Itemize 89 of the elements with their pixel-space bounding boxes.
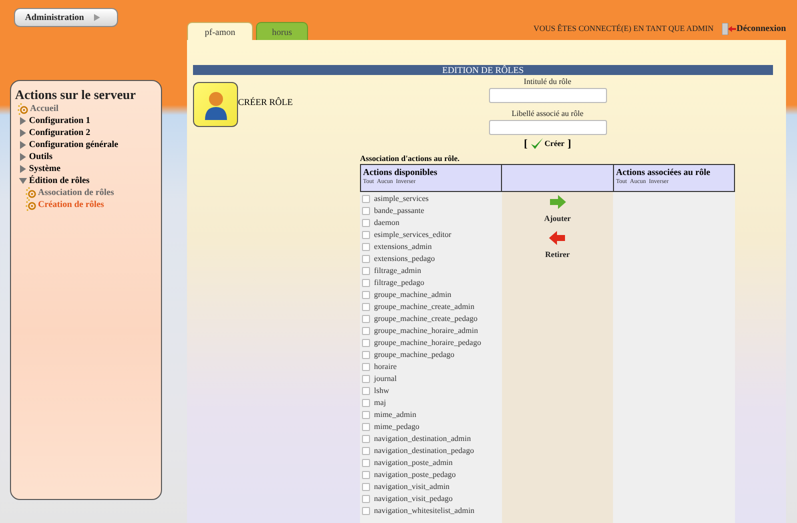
checkbox[interactable] xyxy=(362,494,370,502)
checkbox[interactable] xyxy=(362,230,370,238)
checkbox[interactable] xyxy=(362,446,370,454)
bracket: [ xyxy=(524,137,528,152)
action-label: navigation_poste_admin xyxy=(374,456,453,468)
checkbox[interactable] xyxy=(362,242,370,250)
menu-folder[interactable]: Système xyxy=(29,162,60,176)
checkbox[interactable] xyxy=(362,218,370,226)
checkbox[interactable] xyxy=(362,398,370,406)
action-label: mime_pedago xyxy=(374,420,420,432)
checkbox[interactable] xyxy=(362,194,370,202)
bracket: ] xyxy=(567,137,572,152)
checkbox[interactable] xyxy=(362,506,370,514)
action-label: groupe_machine_horaire_admin xyxy=(374,324,478,336)
action-label: lshw xyxy=(374,384,390,396)
action-label: extensions_pedago xyxy=(374,252,435,264)
checkbox[interactable] xyxy=(362,350,370,358)
association-title: Association d'actions au rôle. xyxy=(360,154,461,164)
checkbox[interactable] xyxy=(362,362,370,370)
checkbox[interactable] xyxy=(362,434,370,442)
checkbox[interactable] xyxy=(362,326,370,334)
checkbox[interactable] xyxy=(362,206,370,214)
door-arrow-icon xyxy=(722,23,736,35)
checkbox[interactable] xyxy=(362,278,370,286)
action-label: maj xyxy=(374,396,386,408)
action-label: extensions_admin xyxy=(374,240,432,252)
action-label: groupe_machine_create_admin xyxy=(374,300,474,312)
action-label: navigation_poste_pedago xyxy=(374,468,456,480)
action-label: groupe_machine_pedago xyxy=(374,348,454,360)
sun-icon xyxy=(17,103,29,115)
action-label: navigation_whitesitelist_admin xyxy=(374,504,474,516)
checkbox[interactable] xyxy=(362,254,370,262)
checkbox[interactable] xyxy=(362,470,370,478)
text-field[interactable] xyxy=(488,88,606,103)
sun-icon xyxy=(25,187,37,199)
menu-folder[interactable]: Outils xyxy=(29,150,53,164)
page-heading: CRÉER RÔLE xyxy=(238,96,293,109)
menu-link[interactable]: Association de rôles xyxy=(38,186,114,200)
checkbox[interactable] xyxy=(362,458,370,466)
checkbox[interactable] xyxy=(362,314,370,322)
action-label: journal xyxy=(374,372,397,384)
menu-folder[interactable]: Configuration générale xyxy=(29,138,118,152)
server-tab[interactable]: horus xyxy=(256,22,308,40)
checkbox[interactable] xyxy=(362,482,370,490)
checkbox[interactable] xyxy=(362,386,370,394)
create-button[interactable]: Créer xyxy=(530,138,564,150)
sun-icon xyxy=(25,199,37,211)
action-label: groupe_machine_create_pedago xyxy=(374,312,478,324)
menu-folder[interactable]: Configuration 2 xyxy=(29,126,90,140)
server-tab[interactable]: pf-amon xyxy=(187,22,253,40)
action-label: navigation_destination_admin xyxy=(374,432,471,444)
action-label: navigation_visit_admin xyxy=(374,480,450,492)
logout-link[interactable]: Déconnexion xyxy=(722,22,786,36)
action-label: bande_passante xyxy=(374,204,424,216)
checkbox[interactable] xyxy=(362,302,370,310)
action-label: filtrage_pedago xyxy=(374,276,424,288)
checkbox[interactable] xyxy=(362,410,370,418)
arrow-left-icon xyxy=(549,230,566,244)
user-avatar-icon xyxy=(193,82,238,127)
section-title-bar: EDITION DE RÔLES xyxy=(193,65,773,75)
menu-link[interactable]: Accueil xyxy=(30,102,58,116)
field-label: Intitulé du rôle xyxy=(524,76,572,88)
menu-folder[interactable]: Configuration 1 xyxy=(29,114,90,128)
remove-button[interactable]: Retirer xyxy=(545,230,570,260)
text-field[interactable] xyxy=(488,120,606,135)
checkbox[interactable] xyxy=(362,422,370,430)
sidebar-title: Actions sur le serveur xyxy=(15,87,137,103)
action-label: filtrage_admin xyxy=(374,264,422,276)
checkbox[interactable] xyxy=(362,290,370,298)
action-label: groupe_machine_horaire_pedago xyxy=(374,336,482,348)
connected-user-text: VOUS ÊTES CONNECTÉ(E) EN TANT QUE ADMIN xyxy=(534,23,714,35)
action-label: horaire xyxy=(374,360,397,372)
administration-button[interactable]: Administration xyxy=(14,8,118,27)
checkmark-icon xyxy=(530,138,542,150)
action-label: asimple_services xyxy=(374,192,429,204)
checkbox[interactable] xyxy=(362,338,370,346)
menu-folder[interactable]: Édition de rôles xyxy=(29,174,90,188)
arrow-right-icon xyxy=(94,14,100,21)
action-label: navigation_destination_pedago xyxy=(374,444,474,456)
add-button[interactable]: Ajouter xyxy=(544,194,571,224)
checkbox[interactable] xyxy=(362,374,370,382)
arrow-right-icon xyxy=(550,194,566,208)
action-label: mime_admin xyxy=(374,408,416,420)
field-label: Libellé associé au rôle xyxy=(512,108,584,120)
action-label: navigation_visit_pedago xyxy=(374,492,453,504)
action-label: esimple_services_editor xyxy=(374,228,452,240)
checkbox[interactable] xyxy=(362,266,370,274)
action-label: daemon xyxy=(374,216,400,228)
action-label: groupe_machine_admin xyxy=(374,288,452,300)
